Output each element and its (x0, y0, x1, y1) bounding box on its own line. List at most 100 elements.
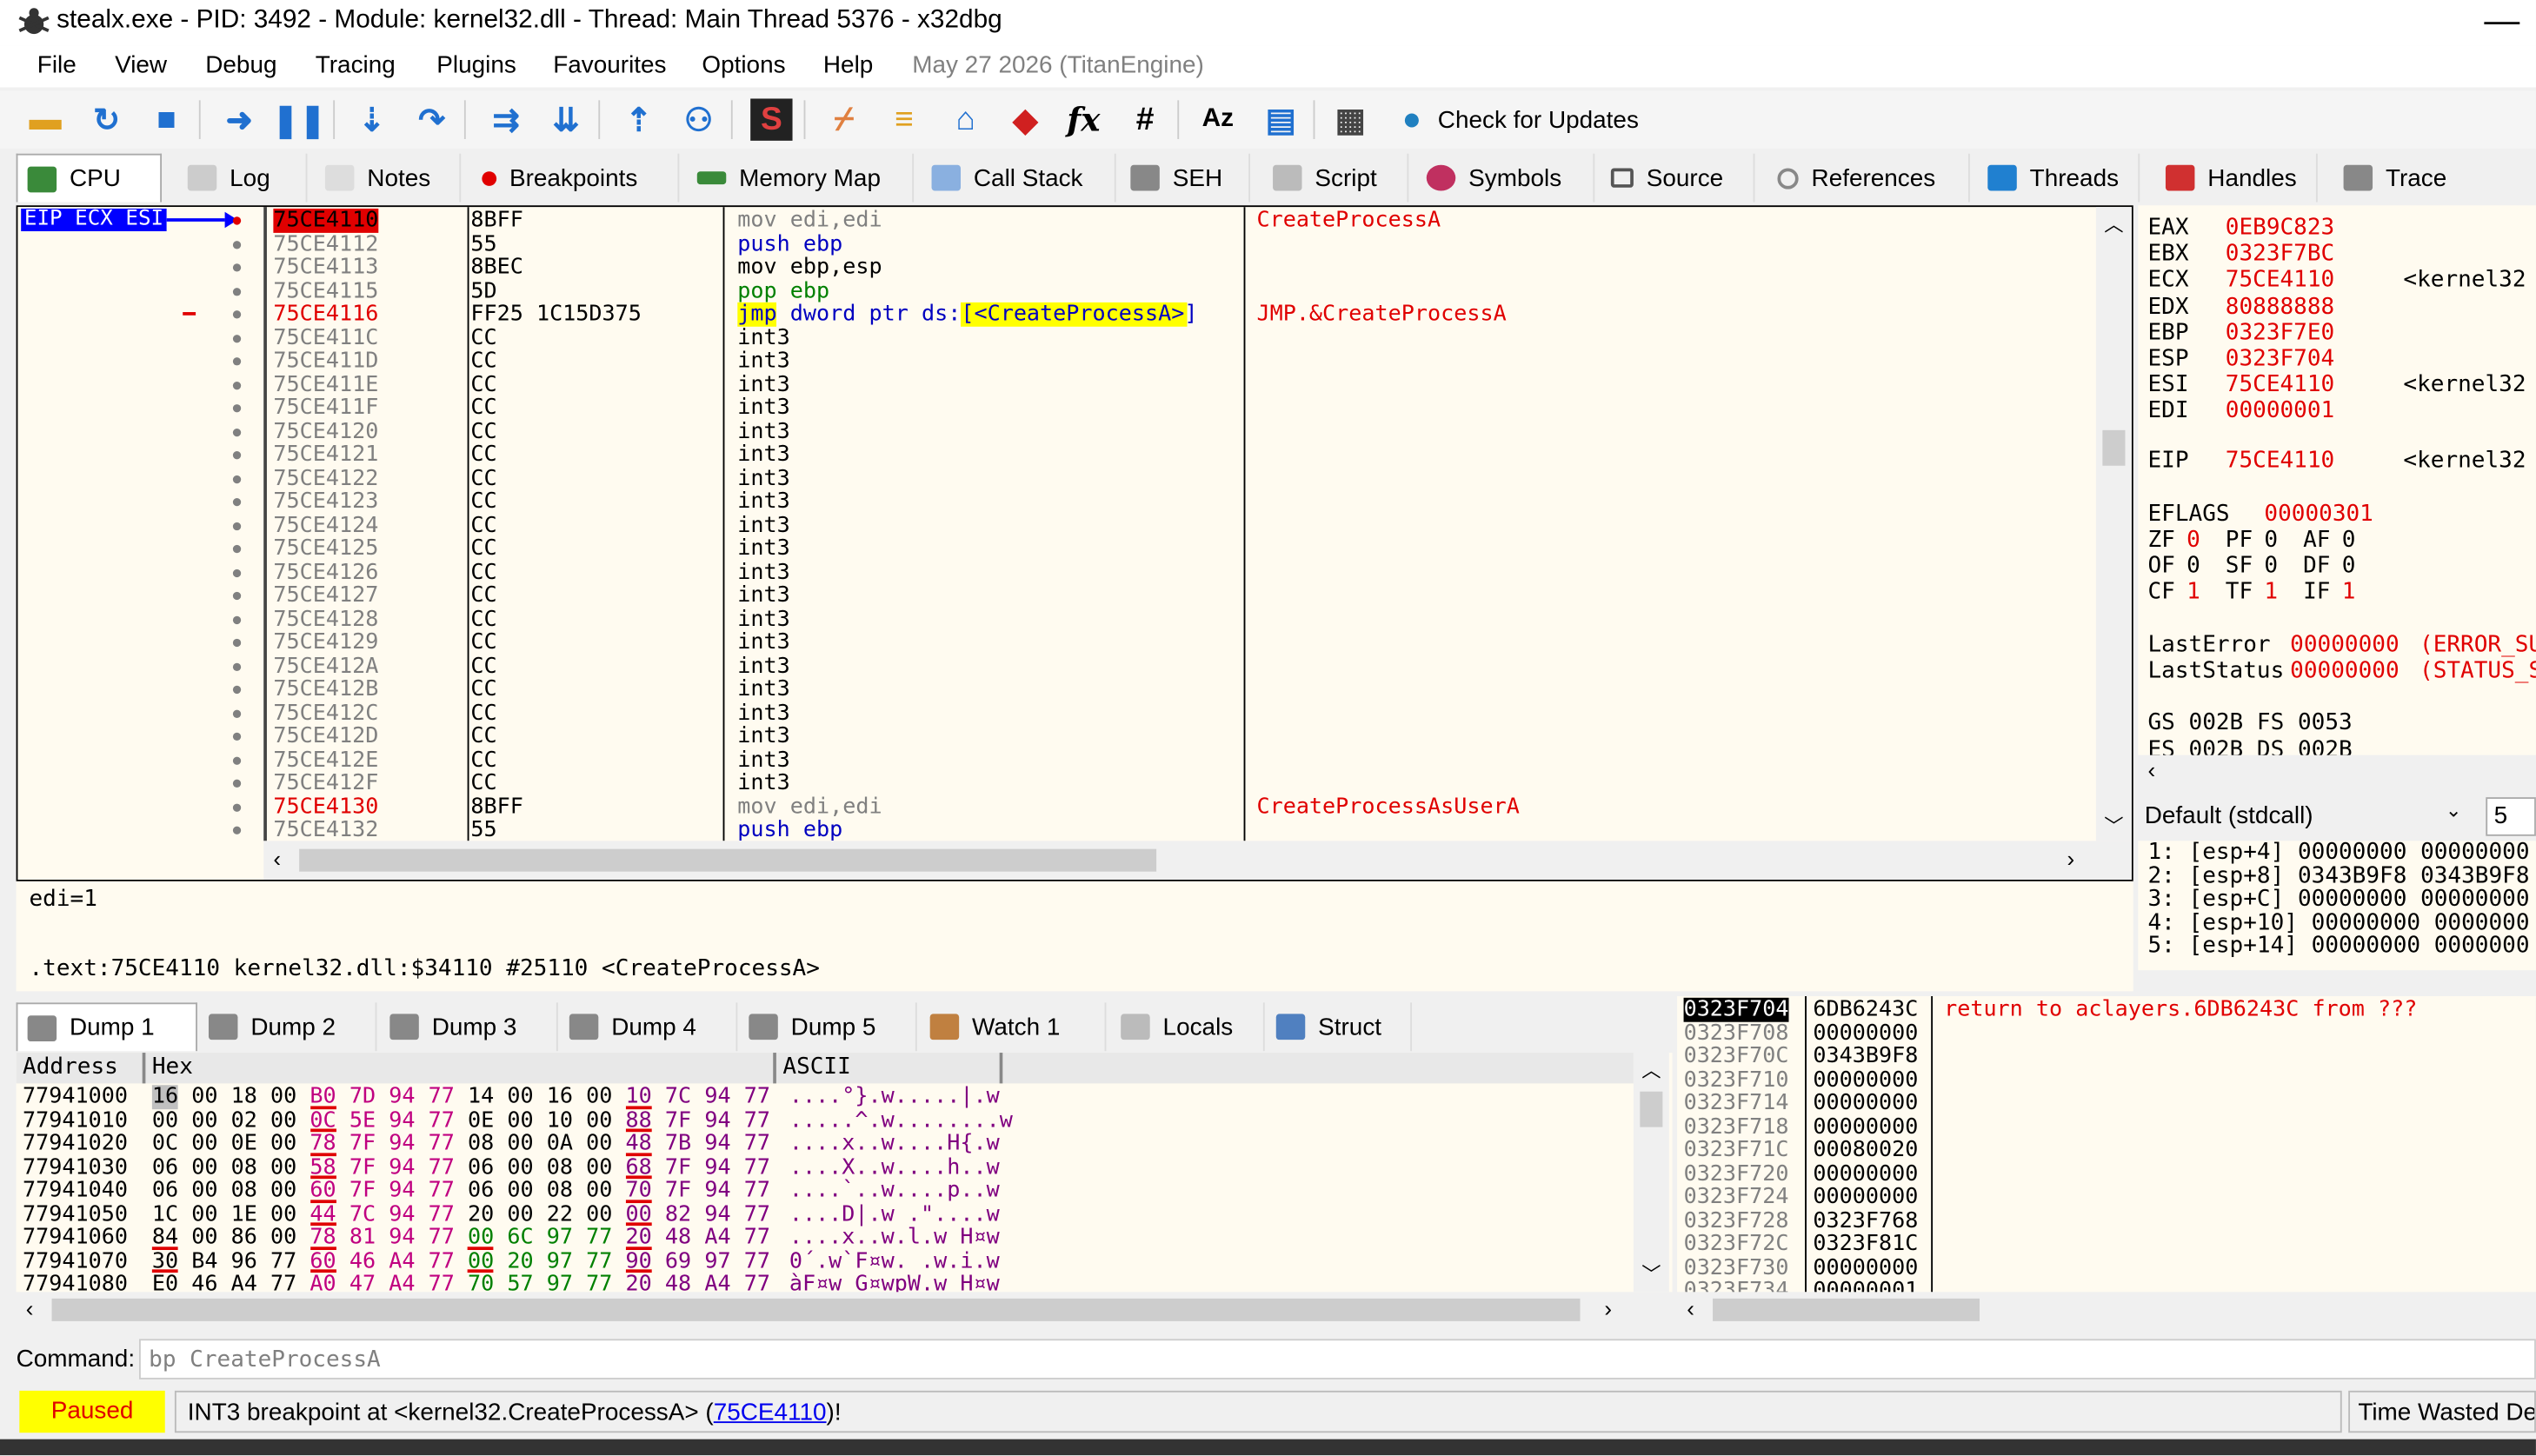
dump-byte[interactable]: 96 (231, 1249, 257, 1273)
dump-byte[interactable]: 94 (389, 1226, 415, 1249)
comment-icon[interactable]: ≡ (883, 98, 925, 140)
dump-byte[interactable]: 08 (547, 1179, 573, 1202)
dump-byte[interactable]: 7B (665, 1132, 691, 1155)
dump-byte[interactable]: 00 (507, 1202, 533, 1226)
dump-byte[interactable]: 77 (744, 1108, 770, 1132)
disasm-row[interactable]: 75CE4121 CC int3 (267, 443, 2094, 467)
tab-dump-3[interactable]: Dump 3 (380, 1002, 558, 1052)
dump-byte[interactable]: A4 (389, 1273, 415, 1292)
dump-byte[interactable]: 68 (625, 1155, 652, 1180)
tab-seh[interactable]: SEH (1121, 153, 1251, 203)
status-address-link[interactable]: 75CE4110 (714, 1399, 827, 1426)
dump-byte[interactable]: A0 (310, 1273, 336, 1292)
dump-byte[interactable]: 00 (507, 1179, 533, 1202)
open-icon[interactable]: ▬ (24, 98, 66, 140)
dump-byte[interactable]: 77 (429, 1202, 455, 1226)
dump-byte[interactable]: A4 (704, 1273, 730, 1292)
dump-byte[interactable]: 78 (310, 1132, 336, 1156)
dump-byte[interactable]: 97 (547, 1226, 573, 1249)
dump-byte[interactable]: 00 (586, 1085, 612, 1108)
dump-byte[interactable]: 94 (704, 1108, 730, 1132)
disasm-row[interactable]: 75CE4129 CC int3 (267, 631, 2094, 655)
script-icon[interactable]: ▤ (1260, 98, 1301, 140)
argument-row[interactable]: 2: [esp+8] 0343B9F8 0343B9F8 (2147, 864, 2529, 888)
disasm-row[interactable]: 75CE4127 CC int3 (267, 584, 2094, 608)
dump-byte[interactable]: 02 (231, 1108, 257, 1132)
tab-watch-1[interactable]: Watch 1 (921, 1002, 1107, 1052)
disasm-row[interactable]: 75CE4113 8BEC mov ebp,esp (267, 256, 2094, 279)
dump-byte[interactable]: 94 (704, 1155, 730, 1179)
breakpoint-dot-icon[interactable] (232, 662, 242, 671)
dump-byte[interactable]: 00 (507, 1085, 533, 1108)
dump-byte[interactable]: 06 (152, 1155, 178, 1179)
menu-file[interactable]: File (37, 52, 77, 80)
breakpoint-dot-icon[interactable] (232, 708, 242, 718)
dump-byte[interactable]: 00 (586, 1155, 612, 1179)
dump-byte[interactable]: 18 (231, 1085, 257, 1108)
tab-memory-map[interactable]: Memory Map (688, 153, 915, 203)
disasm-row[interactable]: 75CE4128 CC int3 (267, 608, 2094, 631)
dump-byte[interactable]: 77 (270, 1249, 296, 1273)
menu-plugins[interactable]: Plugins (436, 52, 516, 80)
dump-byte[interactable]: 94 (389, 1202, 415, 1226)
disasm-row[interactable]: 75CE412B CC int3 (267, 677, 2094, 701)
dump-byte[interactable]: 22 (547, 1202, 573, 1226)
disasm-row[interactable]: 75CE411D CC int3 (267, 349, 2094, 373)
dump-byte[interactable]: A4 (389, 1249, 415, 1273)
pause-icon[interactable]: ❚❚ (272, 98, 326, 140)
dump-byte[interactable]: 77 (429, 1085, 455, 1108)
breakpoint-dot-icon[interactable] (232, 826, 242, 834)
tab-symbols[interactable]: Symbols (1417, 153, 1595, 203)
menu-favourites[interactable]: Favourites (553, 52, 666, 80)
check-updates-button[interactable]: Check for Updates (1438, 107, 1639, 135)
menu-debug[interactable]: Debug (205, 52, 276, 80)
dump-byte[interactable]: 20 (625, 1226, 652, 1250)
disasm-row[interactable]: 75CE4132 55 push ebp (267, 818, 2094, 841)
dump-byte[interactable]: 77 (586, 1226, 612, 1249)
tab-dump-1[interactable]: Dump 1 (16, 1002, 197, 1052)
dump-byte[interactable]: 00 (507, 1155, 533, 1179)
dump-byte[interactable]: 86 (231, 1226, 257, 1249)
stack-pane[interactable]: 0323F704 6DB6243C return to aclayers.6DB62… (1677, 995, 2536, 1293)
dump-byte[interactable]: 97 (704, 1249, 730, 1273)
breakpoint-dot-icon[interactable] (232, 474, 242, 483)
tab-script[interactable]: Script (1263, 153, 1409, 203)
breakpoint-dot-icon[interactable] (232, 287, 242, 296)
disasm-row[interactable]: 75CE4124 CC int3 (267, 514, 2094, 537)
dump-byte[interactable]: 7F (665, 1179, 691, 1202)
label-icon[interactable]: ⌂ (944, 98, 986, 140)
dump-byte[interactable]: 77 (429, 1108, 455, 1132)
breakpoint-dot-icon[interactable] (232, 357, 242, 366)
dump-byte[interactable]: 5E (349, 1108, 376, 1132)
dump-byte[interactable]: 00 (586, 1202, 612, 1226)
dump-byte[interactable]: 94 (389, 1179, 415, 1202)
step-into-icon[interactable]: ⇣ (351, 98, 393, 140)
disasm-row[interactable]: 75CE4122 CC int3 (267, 467, 2094, 490)
argument-count-spinbox[interactable]: 5 (2486, 797, 2536, 836)
dump-byte[interactable]: 00 (270, 1202, 296, 1226)
dump-byte[interactable]: 00 (586, 1179, 612, 1202)
dump-byte[interactable]: 77 (744, 1179, 770, 1202)
tab-source[interactable]: Source (1601, 153, 1755, 203)
tab-locals[interactable]: Locals (1111, 1002, 1265, 1052)
dump-byte[interactable]: 82 (665, 1202, 691, 1226)
disasm-row[interactable]: 75CE412C CC int3 (267, 701, 2094, 724)
tab-cpu[interactable]: CPU (16, 153, 163, 203)
dump-byte[interactable]: 14 (468, 1085, 494, 1108)
dump-byte[interactable]: 78 (310, 1226, 336, 1250)
argument-row[interactable]: 3: [esp+C] 00000000 00000000 (2147, 888, 2529, 911)
breakpoint-dot-icon[interactable] (232, 310, 242, 319)
breakpoint-dot-icon[interactable] (232, 263, 242, 272)
restart-icon[interactable]: ↻ (86, 98, 128, 140)
dump-byte[interactable]: 7C (665, 1085, 691, 1108)
argument-row[interactable]: 1: [esp+4] 00000000 00000000 (2147, 841, 2529, 864)
chevron-down-icon[interactable]: ⌄ (2446, 799, 2462, 821)
dump-byte[interactable]: 77 (429, 1249, 455, 1273)
dump-byte[interactable]: 7C (349, 1202, 376, 1226)
dump-byte[interactable]: 08 (231, 1155, 257, 1179)
dump-byte[interactable]: 47 (349, 1273, 376, 1292)
menu-help[interactable]: Help (823, 52, 873, 80)
stack-hscroll[interactable]: ‹ (1677, 1292, 2536, 1328)
breakpoint-dot-icon[interactable] (232, 755, 242, 764)
dump-byte[interactable]: 77 (429, 1273, 455, 1292)
